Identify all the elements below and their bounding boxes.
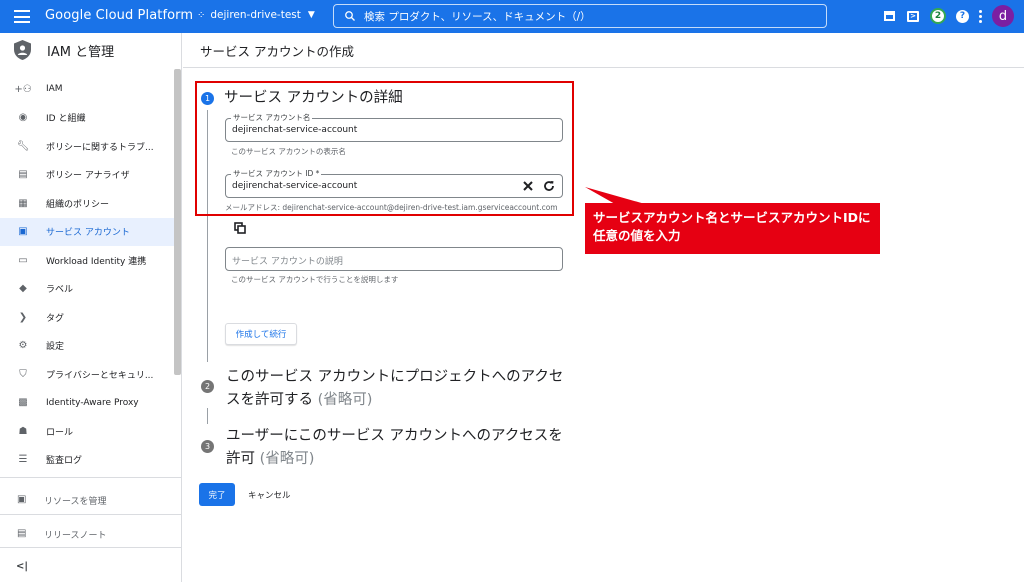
page-title: サービス アカウントの作成 bbox=[200, 44, 354, 59]
done-button[interactable]: 完了 bbox=[199, 483, 235, 506]
sidebar-header: IAM と管理 bbox=[0, 33, 182, 67]
sidebar-item-label: ロール bbox=[46, 427, 74, 438]
document-icon: ▦ bbox=[18, 197, 28, 209]
shield-icon bbox=[14, 40, 31, 60]
project-name: dejiren-drive-test bbox=[210, 9, 301, 21]
sidebar-item-label: 設定 bbox=[46, 342, 65, 353]
step-3-title-line2: 許可 bbox=[226, 451, 255, 467]
sidebar-scrollbar[interactable] bbox=[174, 69, 181, 375]
step-2-title[interactable]: このサービス アカウントにプロジェクトへのアクセ スを許可する (省略可) bbox=[226, 366, 563, 412]
label-icon: ◆ bbox=[19, 283, 27, 295]
sidebar-item-iap[interactable]: ▩ Identity-Aware Proxy bbox=[0, 389, 174, 418]
annotation-line2: 任意の値を入力 bbox=[593, 228, 681, 243]
sidebar-item-label: ラベル bbox=[46, 285, 74, 296]
sidebar-item-label: Identity-Aware Proxy bbox=[46, 397, 139, 408]
optional-label: (省略可) bbox=[317, 392, 373, 408]
sidebar-item-policy-analyzer[interactable]: ▤ ポリシー アナライザ bbox=[0, 161, 174, 190]
cancel-button[interactable]: キャンセル bbox=[248, 483, 291, 506]
sidebar-item-label: リソースを管理 bbox=[44, 497, 107, 507]
sidebar-divider bbox=[0, 547, 182, 548]
top-app-bar: Google Cloud Platform ⁘ dejiren-drive-te… bbox=[0, 0, 1024, 33]
sidebar-item-label: 組織のポリシー bbox=[46, 199, 110, 210]
sidebar-item-release-notes[interactable]: ▤ リリースノート bbox=[0, 519, 182, 549]
step-2-title-line2: スを許可する bbox=[226, 392, 313, 408]
highlight-box bbox=[195, 81, 574, 216]
notes-icon: ▤ bbox=[17, 528, 27, 539]
sidebar-item-service-accounts[interactable]: ▣ サービス アカウント bbox=[0, 217, 174, 246]
sidebar-item-label: サービス アカウント bbox=[46, 228, 130, 239]
more-vert-icon[interactable] bbox=[979, 9, 982, 23]
help-icon[interactable]: ? bbox=[956, 9, 969, 23]
sidebar-item-iam[interactable]: +⚇ IAM bbox=[0, 75, 174, 104]
step-2-badge: 2 bbox=[201, 380, 214, 393]
policy-analyzer-icon: ▤ bbox=[18, 169, 28, 181]
sidebar-item-label: ポリシーに関するトラブ... bbox=[46, 142, 154, 153]
sidebar-title: IAM と管理 bbox=[47, 45, 115, 60]
sidebar-item-privacy-security[interactable]: ⛉ プライバシーとセキュリ... bbox=[0, 360, 174, 389]
create-and-continue-button[interactable]: 作成して続行 bbox=[225, 323, 297, 345]
sidebar-item-identity[interactable]: ◉ ID と組織 bbox=[0, 104, 174, 133]
sidebar-item-label: ID と組織 bbox=[46, 114, 86, 125]
collapse-sidebar-icon[interactable]: <| bbox=[16, 561, 28, 572]
list-icon: ☰ bbox=[18, 454, 28, 466]
sidebar-item-roles[interactable]: ☗ ロール bbox=[0, 417, 174, 446]
sidebar: IAM と管理 +⚇ IAM ◉ ID と組織 🔧︎ ポリシーに関するトラブ..… bbox=[0, 33, 182, 582]
annotation-callout: サービスアカウント名とサービスアカウントIDに 任意の値を入力 bbox=[585, 203, 880, 254]
sidebar-item-settings[interactable]: ⚙ 設定 bbox=[0, 332, 174, 361]
folder-gear-icon: ▣ bbox=[17, 494, 27, 505]
sidebar-item-label: 監査ログ bbox=[46, 456, 83, 467]
sidebar-item-label: タグ bbox=[46, 313, 65, 324]
search-input[interactable]: 検索 プロダクト、リソース、ドキュメント（/） bbox=[333, 4, 827, 28]
step-3-title-line1: ユーザーにこのサービス アカウントへのアクセスを bbox=[226, 428, 563, 444]
sidebar-item-troubleshooter[interactable]: 🔧︎ ポリシーに関するトラブ... bbox=[0, 132, 174, 161]
sidebar-item-label: プライバシーとセキュリ... bbox=[46, 370, 154, 381]
step-2-title-line1: このサービス アカウントにプロジェクトへのアクセ bbox=[226, 369, 564, 385]
menu-icon[interactable] bbox=[14, 10, 30, 23]
service-account-description-field[interactable]: サービス アカウントの説明 bbox=[225, 247, 563, 271]
person-add-icon: +⚇ bbox=[14, 83, 32, 95]
wrench-icon: 🔧︎ bbox=[16, 140, 30, 152]
project-icon: ⁘ bbox=[197, 9, 206, 21]
sidebar-item-workload-identity[interactable]: ▭ Workload Identity 連携 bbox=[0, 246, 174, 275]
sidebar-item-audit-logs[interactable]: ☰ 監査ログ bbox=[0, 446, 174, 475]
gear-icon: ⚙ bbox=[18, 340, 28, 352]
sidebar-item-org-policies[interactable]: ▦ 組織のポリシー bbox=[0, 189, 174, 218]
sidebar-item-label: Workload Identity 連携 bbox=[46, 256, 147, 267]
avatar[interactable]: d bbox=[992, 5, 1014, 27]
sidebar-item-label: ポリシー アナライザ bbox=[46, 171, 130, 182]
service-account-icon: ▣ bbox=[18, 226, 28, 238]
sidebar-divider bbox=[0, 477, 182, 478]
sidebar-item-manage-resources[interactable]: ▣ リソースを管理 bbox=[0, 485, 182, 515]
shield-icon: ⛉ bbox=[19, 368, 27, 380]
field-placeholder: サービス アカウントの説明 bbox=[232, 257, 343, 267]
step-3-title[interactable]: ユーザーにこのサービス アカウントへのアクセスを 許可 (省略可) bbox=[226, 425, 563, 471]
step-connector bbox=[207, 408, 208, 424]
field-hint: このサービス アカウントで行うことを説明します bbox=[231, 275, 399, 284]
optional-label: (省略可) bbox=[259, 451, 315, 467]
sidebar-item-label: IAM bbox=[46, 84, 63, 95]
copy-icon[interactable] bbox=[234, 222, 246, 234]
step-3-badge: 3 bbox=[201, 440, 214, 453]
sidebar-item-label: リリースノート bbox=[44, 531, 107, 541]
sidebar-divider bbox=[0, 514, 182, 515]
sidebar-nav: +⚇ IAM ◉ ID と組織 🔧︎ ポリシーに関するトラブ... ▤ ポリシー… bbox=[0, 75, 174, 474]
annotation-line1: サービスアカウント名とサービスアカウントIDに bbox=[593, 210, 871, 225]
sidebar-item-tags[interactable]: ❯ タグ bbox=[0, 303, 174, 332]
cloud-shell-icon[interactable]: > bbox=[906, 9, 920, 23]
search-icon bbox=[345, 11, 355, 21]
gift-icon[interactable] bbox=[882, 9, 896, 23]
proxy-icon: ▩ bbox=[18, 397, 28, 409]
id-card-icon: ▭ bbox=[18, 254, 28, 266]
project-selector[interactable]: ⁘ dejiren-drive-test ▼ bbox=[197, 9, 315, 21]
sidebar-item-labels[interactable]: ◆ ラベル bbox=[0, 275, 174, 304]
roles-icon: ☗ bbox=[18, 425, 28, 437]
brand-title[interactable]: Google Cloud Platform bbox=[45, 8, 193, 23]
chevron-down-icon: ▼ bbox=[307, 10, 315, 20]
tag-icon: ❯ bbox=[18, 311, 28, 323]
search-placeholder: 検索 プロダクト、リソース、ドキュメント（/） bbox=[364, 10, 591, 23]
account-circle-icon: ◉ bbox=[18, 112, 28, 124]
header-divider bbox=[183, 67, 1024, 68]
notifications-badge[interactable]: 2 bbox=[930, 8, 946, 24]
